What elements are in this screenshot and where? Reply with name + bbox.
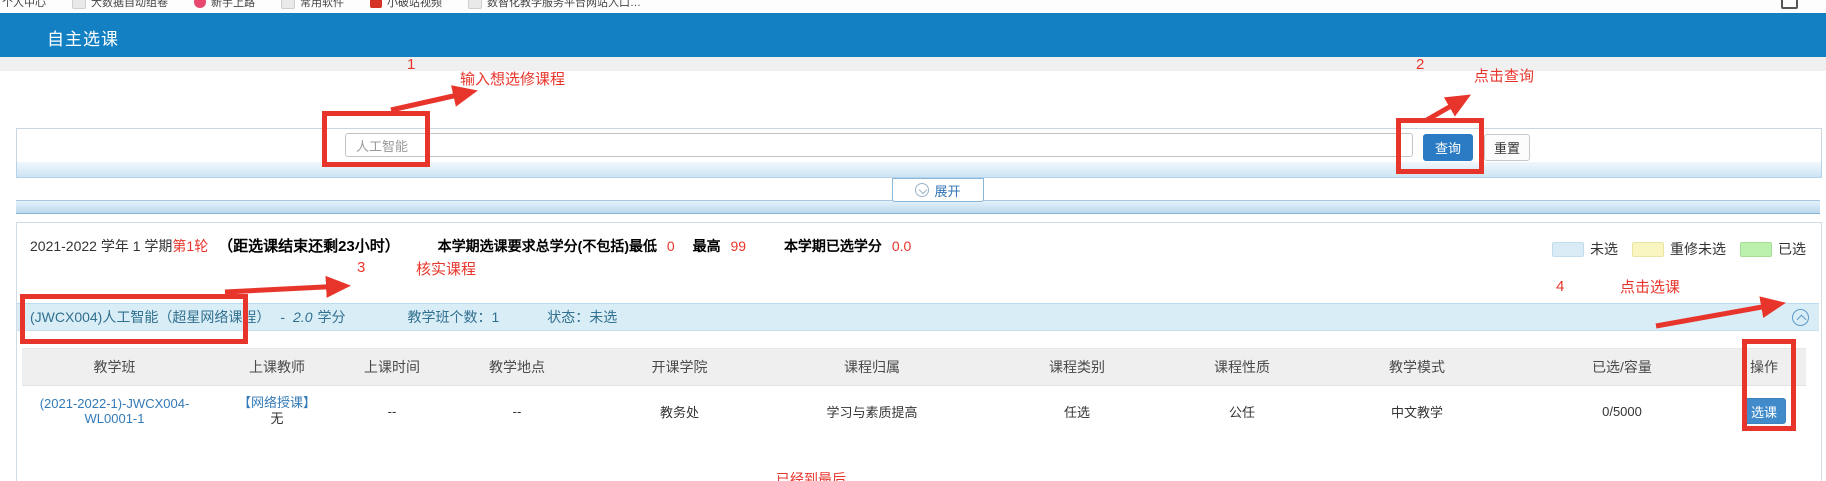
bookmark-item[interactable]: 新手上路: [194, 0, 255, 10]
devices-icon[interactable]: [1781, 0, 1798, 9]
table-header-row: 教学班 上课教师 上课时间 教学地点 开课学院 课程归属 课程类别 课程性质 教…: [22, 349, 1806, 386]
favicon-icon: [72, 0, 86, 9]
round-text: 第1轮: [172, 238, 208, 254]
legend-label-retake: 重修未选: [1670, 239, 1726, 259]
favicon-icon: [468, 0, 482, 9]
cell-place: --: [437, 386, 597, 437]
class-table: 教学班 上课教师 上课时间 教学地点 开课学院 课程归属 课程类别 课程性质 教…: [22, 348, 1806, 436]
app-header: 自主选课: [0, 13, 1826, 57]
annotation-box-action: [1742, 339, 1796, 431]
annotation-arrow-4: [1648, 296, 1798, 332]
expand-toggle[interactable]: 展开: [892, 178, 984, 202]
course-search-input[interactable]: [345, 133, 1413, 157]
bookmark-label: 小破站视频: [387, 0, 442, 10]
cell-belong: 学习与素质提高: [762, 386, 982, 437]
term-text: 2021-2022 学年 1 学期: [30, 238, 172, 254]
course-band[interactable]: (JWCX004)人工智能（超星网络课程） - 2.0 学分 教学班个数： 1 …: [17, 303, 1819, 331]
divider-band: [16, 200, 1820, 214]
col-time: 上课时间: [347, 349, 437, 386]
bookmark-item[interactable]: 个人中心: [2, 0, 46, 10]
annotation-arrow-1: [385, 84, 495, 116]
cell-nature: 公任: [1172, 386, 1312, 437]
annotation-step4-text: 点击选课: [1620, 276, 1680, 297]
annotation-arrow-3: [222, 277, 364, 299]
class-id-link[interactable]: (2021-2022-1)-JWCX004-WL0001-1: [40, 396, 190, 426]
selected-credit-label: 本学期已选学分: [784, 238, 882, 254]
col-class: 教学班: [22, 349, 207, 386]
bookmark-item[interactable]: 数智化教学服务平台网站入口…: [468, 0, 641, 10]
browser-bookmarks-bar: 个人中心 大数据自动组卷 新手上路 常用软件 小破站视频 数智化教学服务平台网站…: [0, 0, 1826, 13]
end-of-list-note: 已经到最后…: [776, 469, 860, 481]
favicon-icon: [370, 0, 382, 8]
table-row: (2021-2022-1)-JWCX004-WL0001-1 【网络授课】 无 …: [22, 386, 1806, 437]
favicon-icon: [194, 0, 206, 8]
class-count: 1: [492, 309, 500, 325]
panel-footer-band: [16, 162, 1822, 178]
col-belong: 课程归属: [762, 349, 982, 386]
cell-mode: 中文教学: [1312, 386, 1522, 437]
status-legend: 未选 重修未选 已选: [1552, 239, 1806, 259]
cell-college: 教务处: [597, 386, 762, 437]
min-credit: 0: [667, 238, 675, 254]
annotation-step1-number: 1: [407, 56, 415, 73]
col-capacity: 已选/容量: [1522, 349, 1722, 386]
cell-teacher: 【网络授课】 无: [207, 386, 347, 437]
selected-credit: 0.0: [892, 238, 911, 254]
col-college: 开课学院: [597, 349, 762, 386]
bookmark-label: 数智化教学服务平台网站入口…: [487, 0, 641, 10]
annotation-step3-text: 核实课程: [416, 258, 476, 279]
legend-label-unselected: 未选: [1590, 239, 1618, 259]
course-status-label: 状态：: [547, 307, 589, 327]
credit-req-label: 本学期选课要求总学分(不包括)最低: [438, 238, 657, 254]
annotation-step2-number: 2: [1416, 56, 1424, 73]
course-credit: 2.0: [293, 309, 312, 325]
legend-label-selected: 已选: [1778, 239, 1806, 259]
bookmark-item[interactable]: 小破站视频: [370, 0, 442, 10]
cell-capacity: 0/5000: [1522, 386, 1722, 437]
col-place: 教学地点: [437, 349, 597, 386]
expand-label: 展开: [934, 181, 960, 200]
bookmark-label: 新手上路: [211, 0, 255, 10]
max-credit: 99: [730, 238, 746, 254]
class-count-label: 教学班个数：: [408, 307, 492, 327]
bookmark-item[interactable]: 常用软件: [281, 0, 344, 10]
annotation-step3-number: 3: [357, 259, 365, 276]
bookmark-label: 常用软件: [300, 0, 344, 10]
screen: 个人中心 大数据自动组卷 新手上路 常用软件 小破站视频 数智化教学服务平台网站…: [0, 0, 1826, 481]
cell-category: 任选: [982, 386, 1172, 437]
bookmark-label: 大数据自动组卷: [91, 0, 168, 10]
sub-header-strip: [0, 57, 1826, 71]
col-teacher: 上课教师: [207, 349, 347, 386]
bookmark-label: 个人中心: [2, 0, 46, 10]
annotation-arrow-2: [1420, 90, 1482, 126]
course-credit-unit: 学分: [318, 307, 346, 327]
teacher-tag: 【网络授课】: [208, 395, 346, 411]
col-mode: 教学模式: [1312, 349, 1522, 386]
bookmark-item[interactable]: 大数据自动组卷: [72, 0, 168, 10]
legend-swatch-unselected: [1552, 242, 1584, 257]
annotation-box-input: [322, 111, 430, 167]
col-category: 课程类别: [982, 349, 1172, 386]
col-nature: 课程性质: [1172, 349, 1312, 386]
max-credit-label: 最高: [693, 238, 721, 254]
annotation-box-course: [20, 294, 248, 344]
teacher-name: 无: [208, 411, 346, 427]
annotation-step4-number: 4: [1556, 278, 1564, 295]
cell-time: --: [347, 386, 437, 437]
annotation-step2-text: 点击查询: [1474, 65, 1534, 86]
deadline-text: （距选课结束还剩23小时）: [218, 238, 400, 255]
cell-class-id: (2021-2022-1)-JWCX004-WL0001-1: [22, 386, 207, 437]
semester-info: 2021-2022 学年 1 学期第1轮 （距选课结束还剩23小时） 本学期选课…: [30, 236, 911, 256]
course-separator: -: [280, 309, 285, 325]
page-title: 自主选课: [47, 25, 119, 50]
course-status: 未选: [589, 307, 617, 327]
chevron-down-icon: [915, 183, 929, 197]
reset-button[interactable]: 重置: [1484, 134, 1530, 161]
favicon-icon: [281, 0, 295, 9]
annotation-box-query: [1396, 118, 1484, 174]
legend-swatch-retake: [1632, 242, 1664, 257]
legend-swatch-selected: [1740, 242, 1772, 257]
